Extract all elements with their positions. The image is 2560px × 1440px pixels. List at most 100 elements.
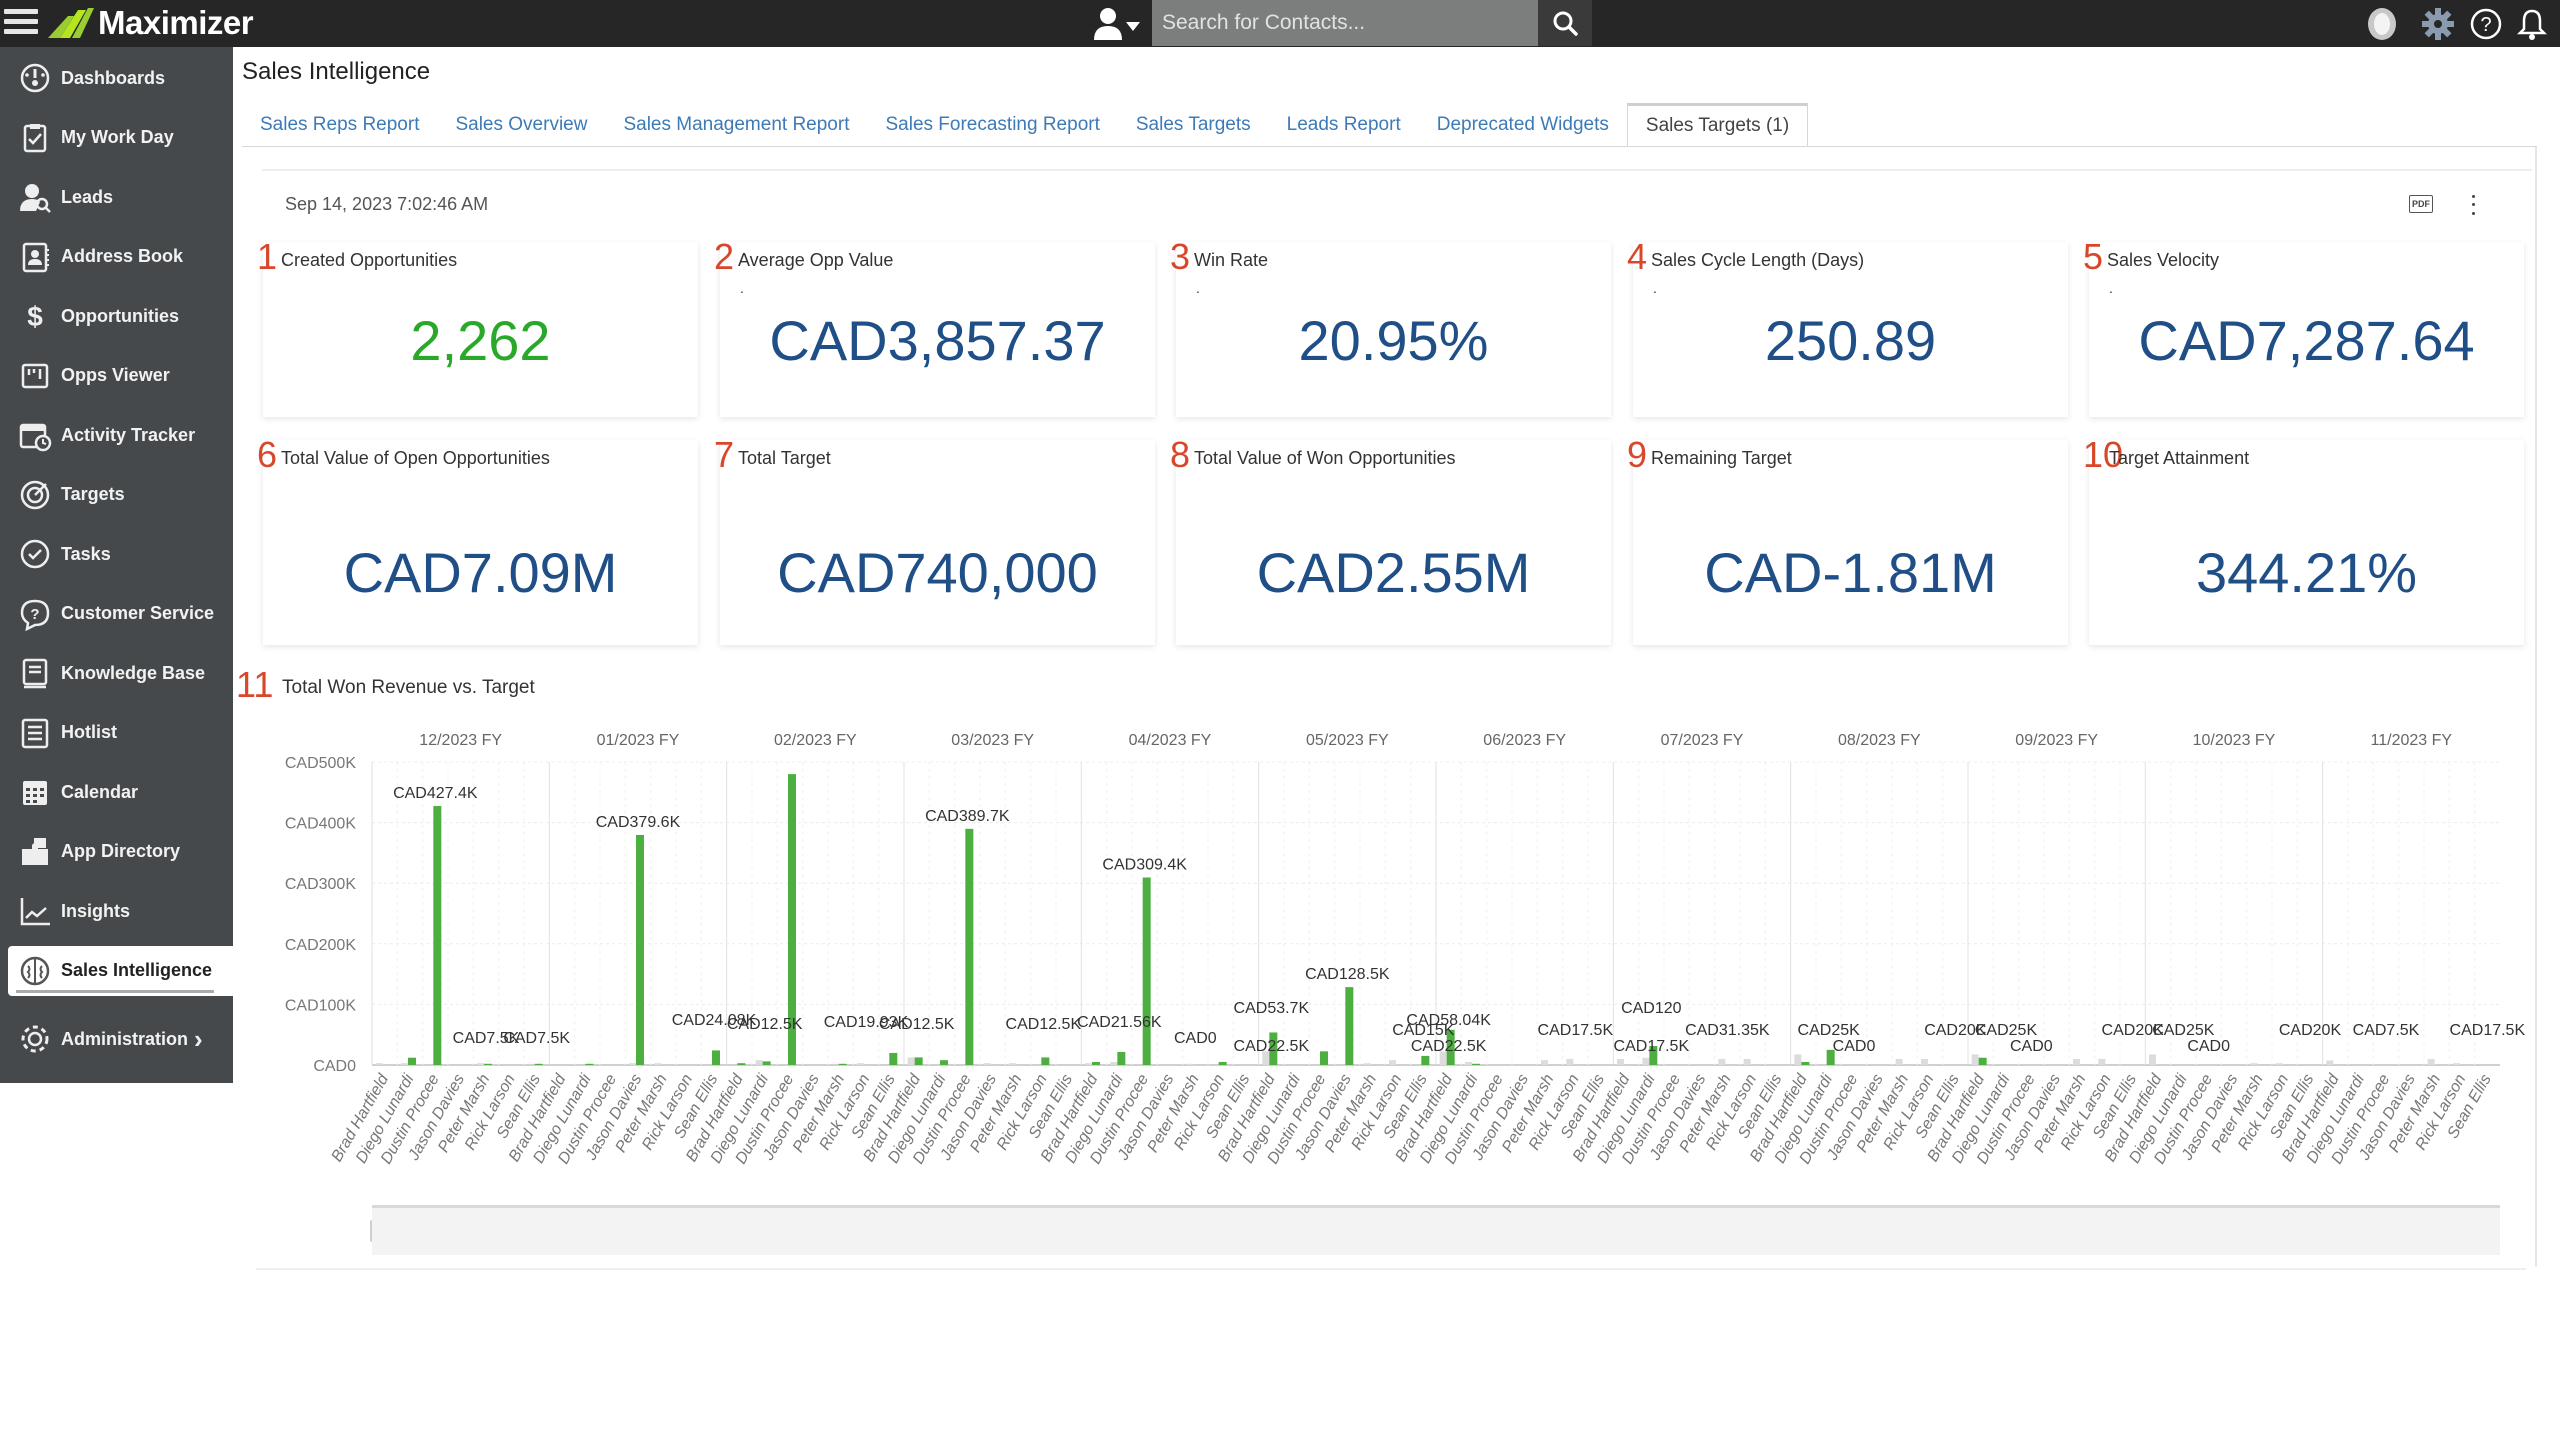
won-revenue-bar: [433, 805, 442, 1065]
data-label: CAD25K: [1798, 1022, 1861, 1039]
target-bar: [1895, 1058, 1903, 1065]
won-revenue-bar: [585, 1063, 594, 1065]
group-label: 12/2023 FY: [419, 732, 502, 749]
data-label: CAD0: [2010, 1038, 2053, 1055]
won-revenue-bar: [762, 1061, 771, 1065]
target-bar: [2275, 1063, 2283, 1065]
data-label: CAD20K: [2279, 1022, 2342, 1039]
target-bar: [1718, 1058, 1726, 1065]
won-revenue-bar: [1218, 1061, 1227, 1065]
data-label: CAD427.4K: [393, 785, 478, 802]
y-tick-label: CAD400K: [285, 816, 356, 833]
data-label: CAD128.5K: [1305, 966, 1390, 983]
target-bar: [1794, 1054, 1802, 1065]
data-label: CAD53.7K: [1234, 1000, 1310, 1017]
target-bar: [1971, 1054, 1979, 1065]
data-label: CAD0: [1174, 1030, 1217, 1047]
group-label: 07/2023 FY: [1661, 732, 1744, 749]
target-bar: [1363, 1063, 1371, 1065]
target-bar: [2098, 1058, 2106, 1065]
data-label: CAD31.35K: [1685, 1022, 1770, 1039]
won-revenue-bar: [712, 1050, 720, 1065]
target-bar: [1743, 1058, 1751, 1065]
group-label: 03/2023 FY: [951, 732, 1034, 749]
won-revenue-bar: [1345, 987, 1354, 1065]
target-bar: [983, 1063, 991, 1065]
won-revenue-bar: [1421, 1055, 1430, 1065]
chart-range-navigator[interactable]: [372, 1205, 2500, 1255]
won-revenue-bar: [636, 834, 644, 1065]
group-label: 08/2023 FY: [1838, 732, 1921, 749]
group-label: 06/2023 FY: [1483, 732, 1566, 749]
y-tick-label: CAD0: [313, 1058, 356, 1075]
group-label: 11/2023 FY: [2371, 732, 2453, 749]
won-revenue-bar: [534, 1063, 543, 1065]
target-bar: [2149, 1054, 2156, 1065]
target-bar: [1566, 1058, 1574, 1065]
target-bar: [2326, 1060, 2334, 1065]
data-label: CAD17.5K: [1538, 1022, 1614, 1039]
target-bar: [2250, 1063, 2258, 1065]
y-tick-label: CAD200K: [285, 937, 356, 954]
target-bar: [907, 1057, 915, 1065]
target-bar: [1110, 1061, 1118, 1065]
target-bar: [1009, 1063, 1016, 1065]
won-revenue-bar: [408, 1057, 416, 1065]
won-revenue-bar: [1092, 1061, 1100, 1065]
won-revenue-bar: [484, 1063, 492, 1065]
won-revenue-bar: [1801, 1061, 1810, 1065]
data-label: CAD12.5K: [1006, 1016, 1082, 1033]
data-label: CAD17.5K: [1614, 1038, 1690, 1055]
group-label: 10/2023 FY: [2193, 732, 2276, 749]
y-tick-label: CAD500K: [285, 755, 356, 772]
won-revenue-bar: [965, 828, 974, 1065]
target-bar: [654, 1063, 662, 1065]
target-bar: [1465, 1061, 1472, 1065]
target-bar: [857, 1063, 864, 1065]
target-bar: [2073, 1058, 2080, 1065]
data-label: CAD22.5K: [1411, 1038, 1487, 1055]
target-bar: [2427, 1058, 2435, 1065]
data-label: CAD22.5K: [1234, 1038, 1310, 1055]
group-label: 04/2023 FY: [1129, 732, 1212, 749]
won-revenue-bar: [1041, 1057, 1050, 1065]
group-label: 09/2023 FY: [2015, 732, 2098, 749]
target-bar: [1541, 1060, 1548, 1065]
data-label: CAD12.5K: [727, 1016, 803, 1033]
won-revenue-bar: [737, 1063, 746, 1065]
data-label: CAD7.5K: [503, 1030, 570, 1047]
won-revenue-bar: [1978, 1057, 1987, 1065]
data-label: CAD21.56K: [1077, 1014, 1162, 1031]
data-label: CAD389.7K: [925, 808, 1010, 825]
target-bar: [1085, 1063, 1092, 1065]
chart-bottom-divider: [256, 1268, 2526, 1270]
target-bar: [629, 1063, 636, 1065]
data-label: CAD58.04K: [1406, 1012, 1491, 1029]
won-revenue-bar: [1320, 1051, 1328, 1065]
group-label: 02/2023 FY: [774, 732, 857, 749]
target-bar: [755, 1060, 763, 1065]
target-bar: [2453, 1063, 2460, 1065]
won-revenue-bar: [838, 1063, 847, 1065]
target-bar: [477, 1063, 484, 1065]
y-tick-label: CAD100K: [285, 997, 356, 1014]
target-bar: [1389, 1060, 1396, 1065]
data-label: CAD0: [2187, 1038, 2230, 1055]
y-tick-label: CAD300K: [285, 876, 356, 893]
won-revenue-bar: [1142, 877, 1151, 1065]
won-revenue-bar: [940, 1060, 948, 1065]
data-label: CAD7.5K: [2353, 1022, 2420, 1039]
data-label: CAD379.6K: [596, 814, 681, 831]
target-bar: [1617, 1058, 1624, 1065]
group-label: 05/2023 FY: [1306, 732, 1389, 749]
target-bar: [1642, 1057, 1650, 1065]
data-label: CAD17.5K: [2450, 1022, 2526, 1039]
won-revenue-bar: [889, 1052, 898, 1065]
data-label: CAD309.4K: [1102, 857, 1187, 874]
data-label: CAD25K: [1975, 1022, 2038, 1039]
target-bar: [401, 1063, 408, 1065]
data-label: CAD120: [1621, 1000, 1682, 1017]
data-label: CAD25K: [2152, 1022, 2215, 1039]
won-revenue-bar: [1117, 1051, 1126, 1065]
target-bar: [1186, 1063, 1194, 1065]
